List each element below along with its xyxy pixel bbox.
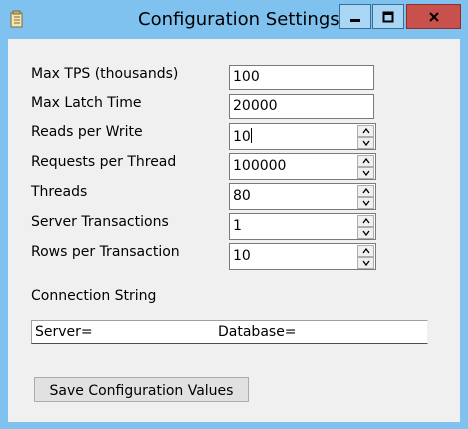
chevron-up-icon: [361, 158, 370, 164]
threads-stepper[interactable]: 80: [229, 183, 376, 210]
spin-up-button[interactable]: [357, 125, 374, 137]
spin-down-button[interactable]: [357, 137, 374, 149]
app-icon: [10, 10, 23, 28]
server-transactions-label: Server Transactions: [31, 214, 169, 230]
rows-per-transaction-stepper[interactable]: 10: [229, 243, 376, 270]
threads-value: 80: [233, 188, 251, 204]
spin-up-button[interactable]: [357, 245, 374, 257]
window-title: Configuration Settings: [138, 9, 340, 30]
chevron-up-icon: [361, 248, 370, 254]
chevron-up-icon: [361, 188, 370, 194]
rows-per-transaction-value: 10: [233, 248, 251, 264]
spin-up-button[interactable]: [357, 215, 374, 227]
server-transactions-stepper[interactable]: 1: [229, 213, 376, 240]
chevron-down-icon: [361, 230, 370, 236]
title-bar[interactable]: Configuration Settings: [0, 0, 468, 39]
rows-per-transaction-label: Rows per Transaction: [31, 244, 180, 260]
minimize-button[interactable]: [339, 4, 371, 29]
requests-per-thread-value: 100000: [233, 158, 287, 174]
connection-string-label: Connection String: [31, 288, 157, 304]
client-area: Max TPS (thousands) 100 Max Latch Time 2…: [8, 39, 460, 422]
max-latch-time-input[interactable]: 20000: [229, 94, 374, 119]
close-button[interactable]: [406, 4, 461, 29]
reads-per-write-value: 10: [233, 128, 252, 145]
max-tps-input[interactable]: 100: [229, 65, 374, 90]
requests-per-thread-stepper[interactable]: 100000: [229, 153, 376, 180]
threads-label: Threads: [31, 184, 88, 200]
reads-per-write-stepper[interactable]: 10: [229, 123, 376, 150]
spin-up-button[interactable]: [357, 185, 374, 197]
text-caret: [250, 128, 252, 143]
max-tps-label: Max TPS (thousands): [31, 66, 179, 82]
maximize-button[interactable]: [372, 4, 404, 29]
connection-string-field[interactable]: Server= Database=: [31, 320, 428, 344]
chevron-up-icon: [361, 128, 370, 134]
save-configuration-button[interactable]: Save Configuration Values: [34, 377, 249, 402]
server-transactions-value: 1: [233, 218, 242, 234]
reads-per-write-label: Reads per Write: [31, 124, 143, 140]
spin-down-button[interactable]: [357, 257, 374, 269]
chevron-down-icon: [361, 200, 370, 206]
connection-database-text: Database=: [218, 324, 297, 340]
spin-down-button[interactable]: [357, 167, 374, 179]
chevron-up-icon: [361, 218, 370, 224]
minimize-icon: [350, 18, 360, 22]
spin-up-button[interactable]: [357, 155, 374, 167]
max-latch-time-label: Max Latch Time: [31, 95, 142, 111]
close-icon: [428, 11, 439, 22]
chevron-down-icon: [361, 170, 370, 176]
spin-down-button[interactable]: [357, 197, 374, 209]
config-window: Configuration Settings Max TPS (thousand…: [0, 0, 468, 429]
requests-per-thread-label: Requests per Thread: [31, 154, 177, 170]
chevron-down-icon: [361, 260, 370, 266]
maximize-icon: [382, 11, 394, 22]
connection-server-text: Server=: [35, 324, 93, 340]
chevron-down-icon: [361, 140, 370, 146]
spin-down-button[interactable]: [357, 227, 374, 239]
